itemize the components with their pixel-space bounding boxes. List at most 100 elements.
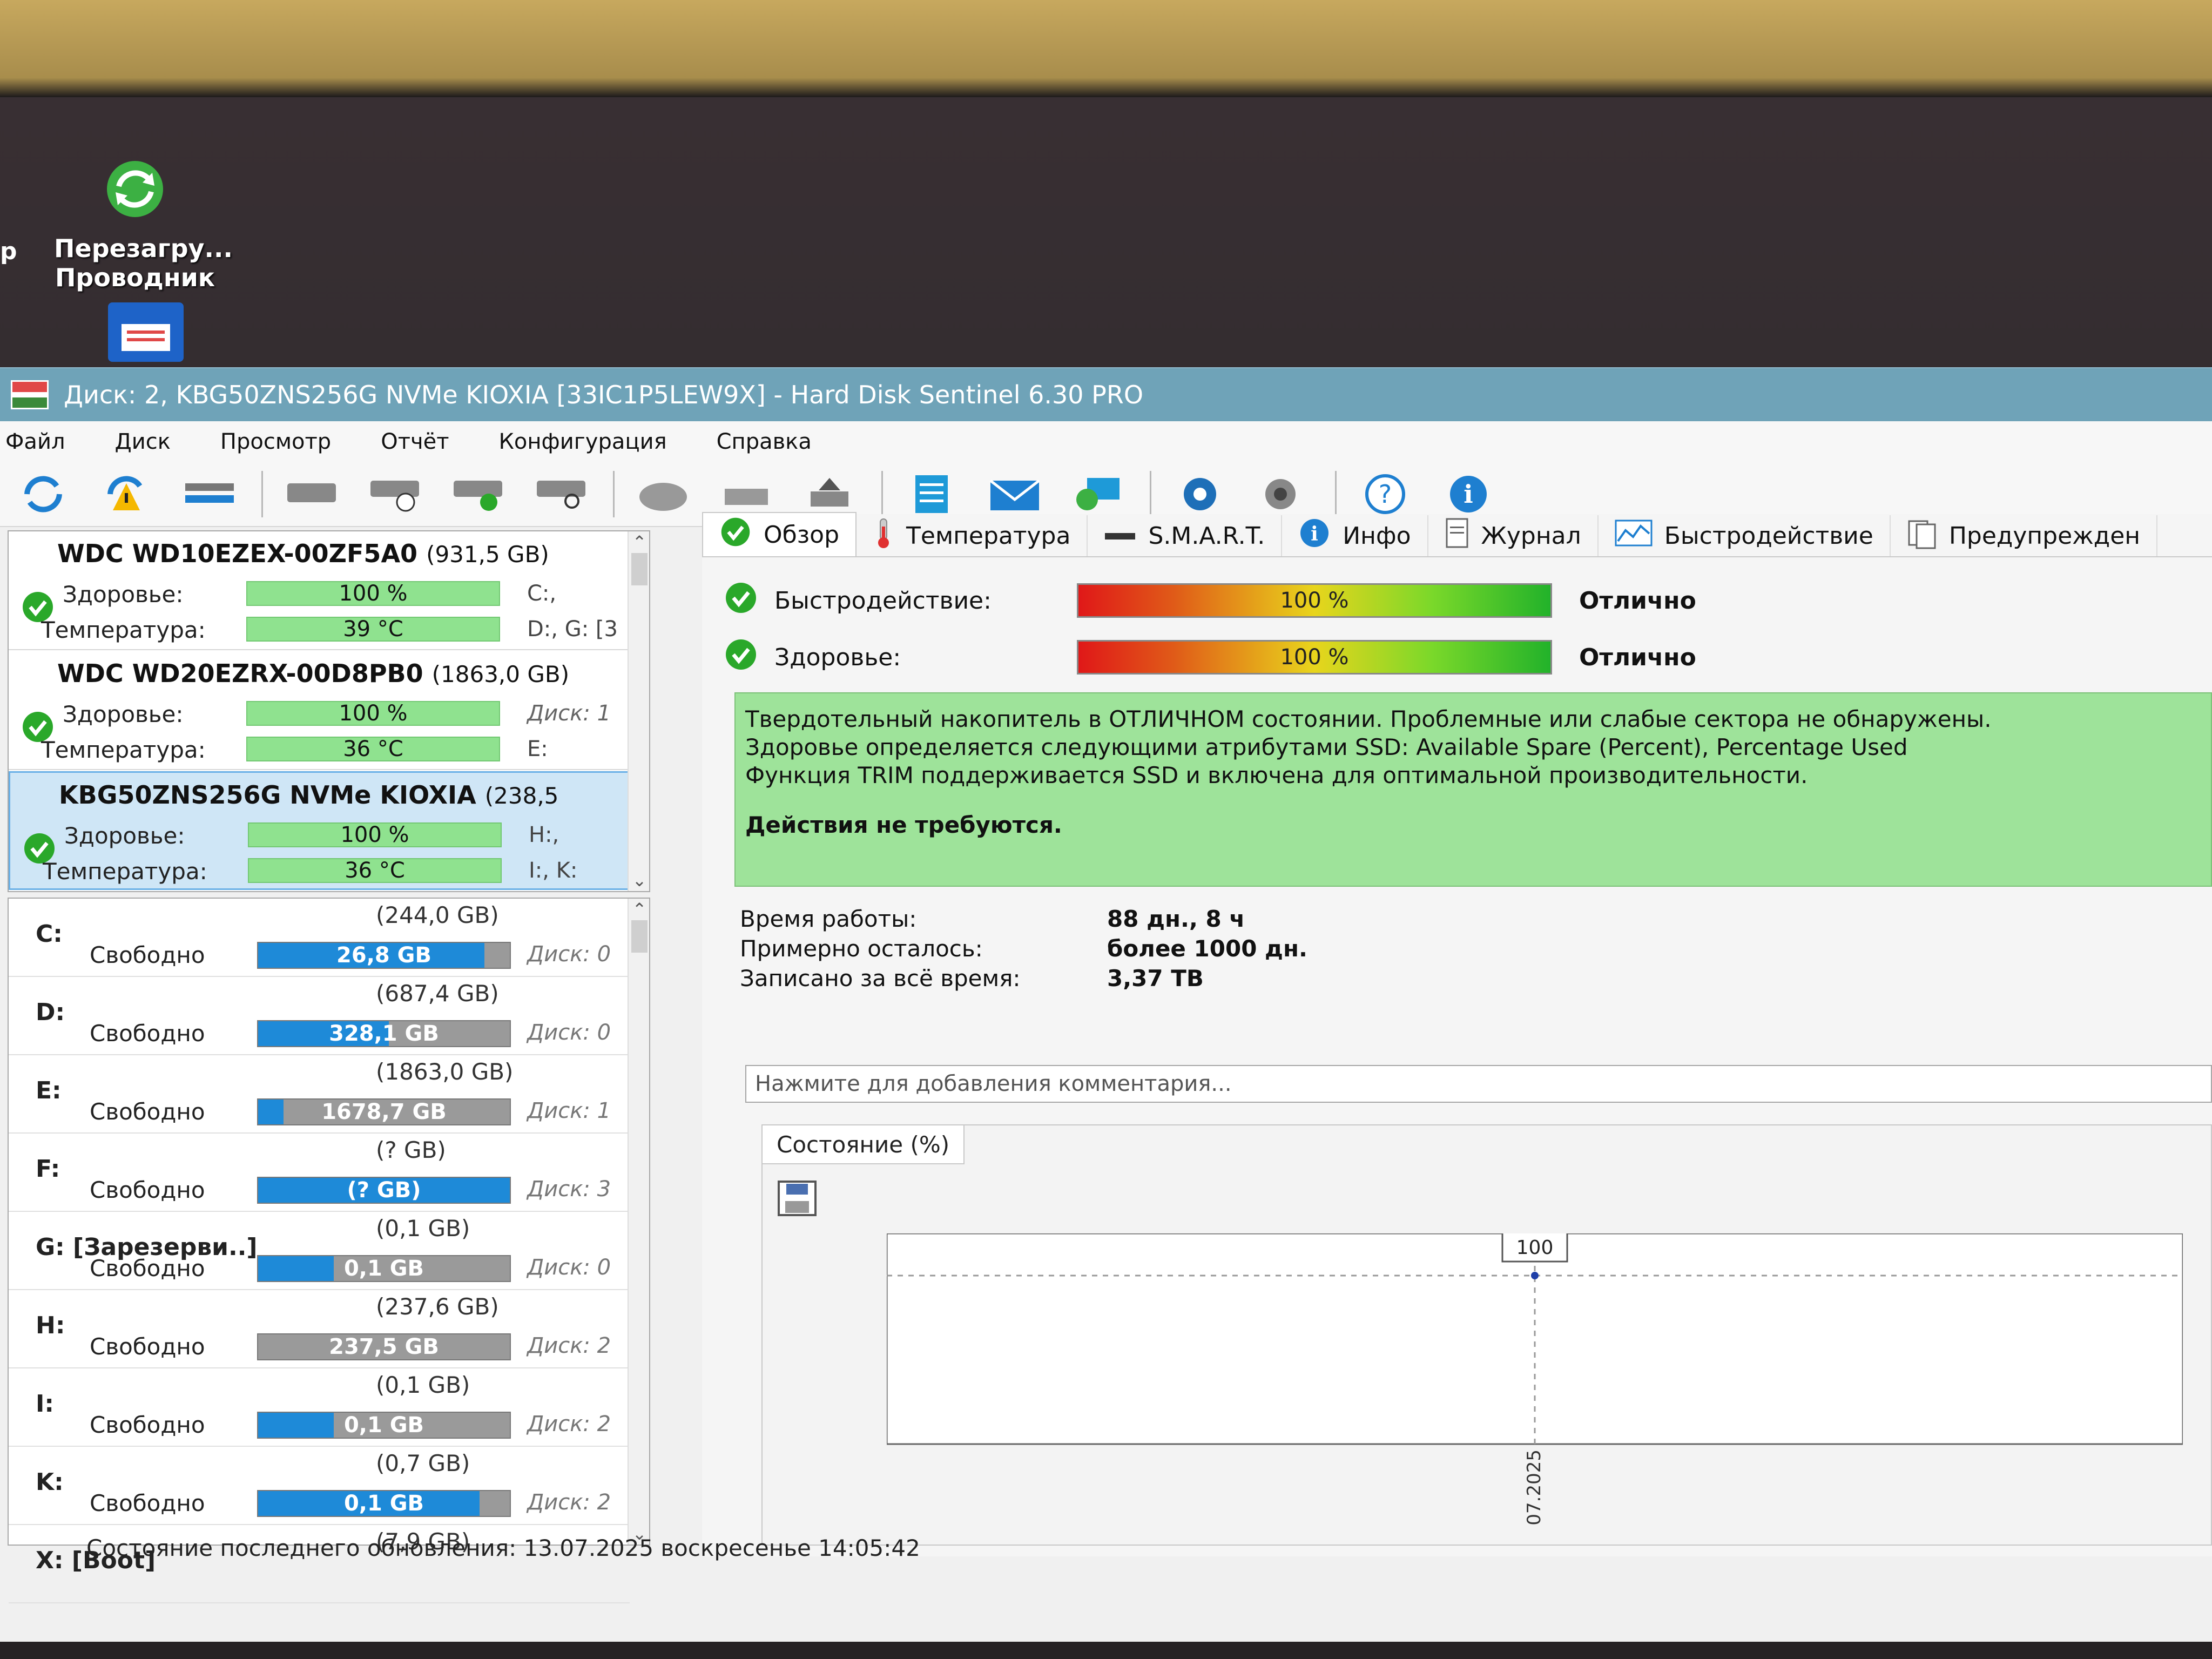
volume-disk-ref: Диск: 0 <box>527 942 611 967</box>
tab-log[interactable]: Журнал <box>1428 515 1599 556</box>
tab-overview[interactable]: Обзор <box>702 512 857 556</box>
volume-disk-ref: Диск: 3 <box>527 1177 611 1202</box>
hdd-check-icon[interactable] <box>442 468 514 520</box>
disk-name: WDC WD20EZRX-00D8PB0 (1863,0 GB) <box>57 659 570 688</box>
free-space-value: 0,1 GB <box>343 1413 424 1438</box>
tab-state-percent[interactable]: Состояние (%) <box>763 1125 965 1164</box>
gear-icon[interactable] <box>1164 468 1236 520</box>
hdd-icon[interactable] <box>276 468 347 520</box>
check-icon <box>724 637 758 678</box>
disk-list-scrollbar[interactable]: ⌃ ⌄ <box>628 531 649 891</box>
refresh-icon[interactable] <box>8 468 79 520</box>
toolbar-separator <box>1335 471 1337 517</box>
toolbar-separator <box>881 471 883 517</box>
svg-text:i: i <box>1311 523 1318 545</box>
svg-text:?: ? <box>1379 480 1392 509</box>
remaining-label: Примерно осталось: <box>740 935 983 962</box>
disk-card-3-selected[interactable]: KBG50ZNS256G NVMe KIOXIA (238,5 Здоровье… <box>9 771 630 890</box>
volume-row[interactable]: G: [Зарезерви..] (0,1 GB) Свободно 0,1 GB Ди… <box>9 1212 630 1290</box>
health-bar: 100 % <box>246 701 500 726</box>
volume-disk-ref: Диск: 2 <box>527 1412 611 1437</box>
volume-size: (687,4 GB) <box>376 980 499 1007</box>
chevron-up-icon[interactable]: ⌃ <box>629 531 650 553</box>
free-space-value: 237,5 GB <box>329 1334 439 1359</box>
volume-row[interactable]: C: (244,0 GB) Свободно 26,8 GB Диск: 0 <box>9 899 630 977</box>
toolbar-separator <box>1150 471 1151 517</box>
menu-report[interactable]: Отчёт <box>381 429 449 454</box>
health-bar: 100 % <box>246 581 500 606</box>
hard-disk-sentinel-window[interactable]: Диск: 2, KBG50ZNS256G NVMe KIOXIA [33IC1… <box>0 367 2212 1642</box>
tab-info[interactable]: i Инфо <box>1282 515 1428 556</box>
volume-letter: C: <box>36 920 63 948</box>
disk-card-1[interactable]: WDC WD10EZEX-00ZF5A0 (931,5 GB) Здоровье… <box>9 531 630 650</box>
health-row: Здоровье: 100 % Отлично <box>724 633 1696 682</box>
desktop-icon-floppy[interactable] <box>65 302 227 374</box>
health-bar: 100 % <box>248 822 502 847</box>
performance-bar: 100 % <box>1077 583 1552 618</box>
volume-row[interactable]: K: (0,7 GB) Свободно 0,1 GB Диск: 2 <box>9 1447 630 1525</box>
volume-letter: H: <box>36 1312 65 1339</box>
free-space-bar: 0,1 GB <box>257 1490 511 1517</box>
volume-list-scrollbar[interactable]: ⌃ ⌄ <box>628 899 649 1545</box>
tab-temperature[interactable]: Температура <box>857 515 1088 556</box>
volume-disk-ref: Диск: 2 <box>527 1333 611 1358</box>
monitor-bezel <box>0 0 2212 97</box>
free-space-bar: (? GB) <box>257 1177 511 1204</box>
menu-disk[interactable]: Диск <box>115 429 171 454</box>
menu-file[interactable]: Файл <box>5 429 65 454</box>
volume-disk-ref: Диск: 1 <box>527 1098 611 1123</box>
volume-row[interactable]: F: (? GB) Свободно (? GB) Диск: 3 <box>9 1134 630 1212</box>
free-label: Свободно <box>90 1490 205 1516</box>
menu-view[interactable]: Просмотр <box>220 429 331 454</box>
volume-row[interactable]: H: (237,6 GB) Свободно 237,5 GB Диск: 2 <box>9 1290 630 1368</box>
menu-help[interactable]: Справка <box>717 429 812 454</box>
performance-label: Быстродействие: <box>774 586 992 615</box>
refresh-warning-icon[interactable] <box>91 468 162 520</box>
mail-icon[interactable] <box>979 468 1050 520</box>
svg-text:i: i <box>1464 480 1473 509</box>
performance-icon <box>1615 520 1653 552</box>
volume-row[interactable]: I: (0,1 GB) Свободно 0,1 GB Диск: 2 <box>9 1368 630 1447</box>
save-icon[interactable] <box>775 1179 819 1219</box>
volume-size: (? GB) <box>376 1137 446 1163</box>
disk-name: KBG50ZNS256G NVMe KIOXIA (238,5 <box>59 780 559 810</box>
tab-performance[interactable]: Быстродействие <box>1599 515 1891 556</box>
scrollbar-thumb[interactable] <box>631 553 648 585</box>
comment-input[interactable]: Нажмите для добавления комментария... <box>745 1065 2212 1103</box>
written-value: 3,37 TB <box>1107 965 1204 992</box>
volume-row[interactable]: D: (687,4 GB) Свободно 328,1 GB Диск: 0 <box>9 977 630 1055</box>
network-icon[interactable] <box>1062 468 1134 520</box>
hdd-clock-icon[interactable] <box>359 468 430 520</box>
app-icon <box>11 380 49 409</box>
help-icon[interactable]: ? <box>1350 468 1421 520</box>
uptime-row: Время работы: 88 дн., 8 ч <box>740 906 1245 932</box>
tab-smart[interactable]: S.M.A.R.T. <box>1088 515 1283 556</box>
desktop-icon-restart-explorer[interactable]: Перезагру... Проводник <box>54 157 233 292</box>
point-label: 100 <box>1516 1237 1554 1259</box>
chevron-down-icon[interactable]: ⌄ <box>629 869 650 891</box>
volume-letter: E: <box>36 1077 62 1104</box>
speaker-icon[interactable] <box>1247 468 1319 520</box>
disk-card-2[interactable]: WDC WD20EZRX-00D8PB0 (1863,0 GB) Здоровь… <box>9 651 630 770</box>
menu-bar: Файл Диск Просмотр Отчёт Конфигурация Сп… <box>0 421 2212 462</box>
title-bar[interactable]: Диск: 2, KBG50ZNS256G NVMe KIOXIA [33IC1… <box>0 368 2212 421</box>
chevron-up-icon[interactable]: ⌃ <box>629 899 650 920</box>
menu-configuration[interactable]: Конфигурация <box>499 429 667 454</box>
tab-label: Обзор <box>764 521 840 549</box>
summary-line: Твердотельный накопитель в ОТЛИЧНОМ сост… <box>745 706 1992 732</box>
disk-list-icon[interactable] <box>174 468 245 520</box>
disk-surface-icon[interactable] <box>628 468 699 520</box>
free-label: Свободно <box>90 1020 205 1047</box>
scrollbar-thumb[interactable] <box>631 920 648 953</box>
summary-line: Здоровье определяется следующими атрибут… <box>745 734 1908 760</box>
health-label: Здоровье: <box>63 581 184 608</box>
free-space-bar: 26,8 GB <box>257 942 511 969</box>
hdd-search-icon[interactable] <box>525 468 597 520</box>
tab-alerts[interactable]: Предупрежден <box>1891 515 2158 556</box>
volume-letter: I: <box>36 1390 54 1418</box>
detail-tabs: Обзор Температура S.M.A.R.T. i Инфо Журн… <box>702 512 2212 557</box>
volume-row[interactable]: E: (1863,0 GB) Свободно 1678,7 GB Диск: 1 <box>9 1055 630 1134</box>
info-icon[interactable]: i <box>1433 468 1504 520</box>
window-title: Диск: 2, KBG50ZNS256G NVMe KIOXIA [33IC1… <box>64 380 1144 409</box>
report-icon[interactable] <box>896 468 967 520</box>
